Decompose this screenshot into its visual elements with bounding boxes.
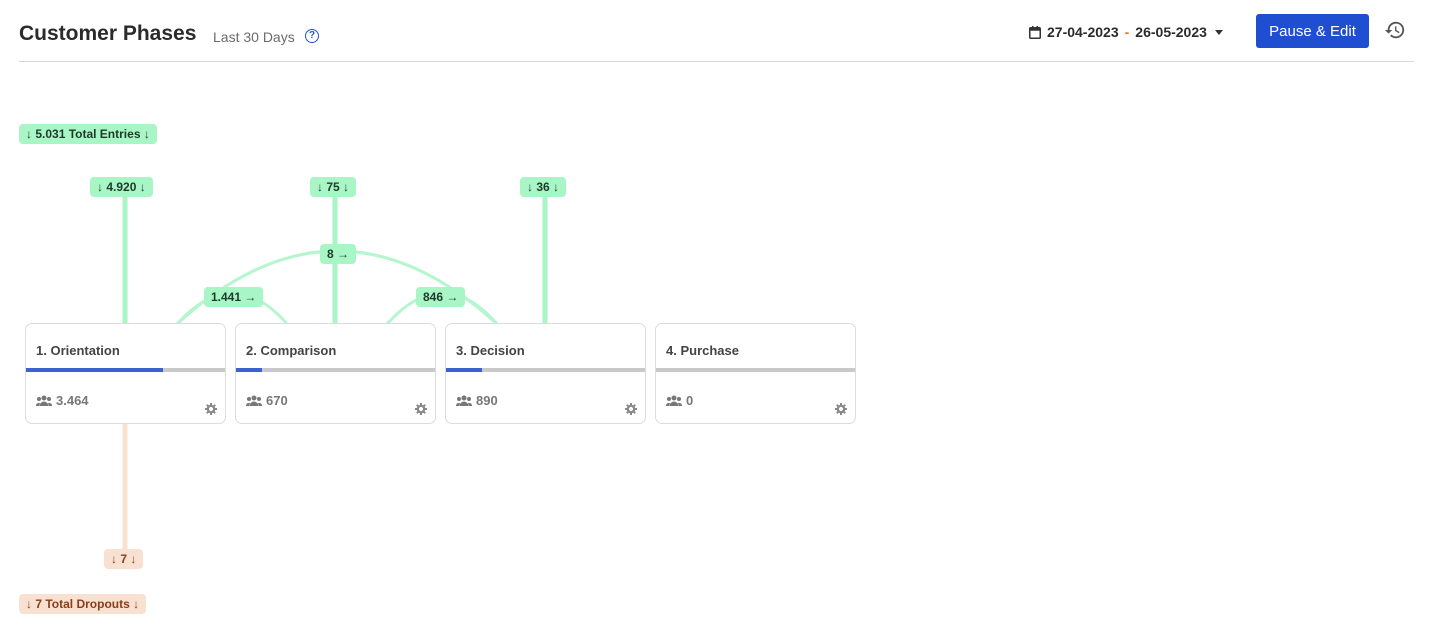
total-dropouts-badge: ↓ 7 Total Dropouts ↓	[19, 594, 147, 614]
phase-user-count: 670	[266, 393, 288, 408]
phase-progress-track	[656, 368, 855, 372]
date-range-subtitle: Last 30 Days	[213, 29, 295, 45]
gear-icon[interactable]	[415, 403, 427, 415]
phase-progress-fill	[236, 368, 262, 372]
help-icon[interactable]: ?	[305, 29, 319, 43]
page-header: Customer Phases Last 30 Days ? 27-04-202…	[19, 0, 1414, 62]
phase-card-purchase[interactable]: 4. Purchase 0	[655, 323, 856, 424]
page-title: Customer Phases	[19, 22, 197, 45]
gear-icon[interactable]	[835, 403, 847, 415]
phase-card-orientation[interactable]: 1. Orientation 3.464	[25, 323, 226, 424]
calendar-icon	[1029, 25, 1041, 39]
pause-edit-button[interactable]: Pause & Edit	[1256, 14, 1369, 48]
date-separator: -	[1124, 24, 1130, 40]
phase-user-count: 0	[686, 393, 694, 408]
entry-badge-decision: ↓ 36 ↓	[520, 177, 567, 197]
dropout-badge-orientation: ↓ 7 ↓	[104, 549, 144, 569]
phase-progress-track	[446, 368, 645, 372]
total-entries-badge: ↓ 5.031 Total Entries ↓	[19, 124, 157, 144]
transition-badge-comparison-decision: 846 →	[416, 287, 466, 307]
date-start: 27-04-2023	[1047, 24, 1119, 40]
users-icon	[246, 395, 262, 406]
date-end: 26-05-2023	[1135, 24, 1207, 40]
users-icon	[666, 395, 682, 406]
entry-badge-comparison: ↓ 75 ↓	[310, 177, 357, 197]
gear-icon[interactable]	[625, 403, 637, 415]
phase-title: 4. Purchase	[666, 343, 739, 358]
phase-progress-fill	[446, 368, 482, 372]
phase-user-count: 890	[476, 393, 498, 408]
flow-connectors	[122, 196, 548, 550]
phase-user-count: 3.464	[56, 393, 89, 408]
transition-badge-orientation-comparison: 1.441 →	[204, 287, 264, 307]
phase-card-decision[interactable]: 3. Decision 890	[445, 323, 646, 424]
users-icon	[36, 395, 52, 406]
gear-icon[interactable]	[205, 403, 217, 415]
phase-progress-track	[236, 368, 435, 372]
phase-title: 3. Decision	[456, 343, 525, 358]
history-icon[interactable]	[1384, 19, 1406, 41]
phase-progress-track	[26, 368, 225, 372]
phase-title: 1. Orientation	[36, 343, 120, 358]
phase-card-comparison[interactable]: 2. Comparison 670	[235, 323, 436, 424]
entry-badge-orientation: ↓ 4.920 ↓	[90, 177, 153, 197]
transition-badge-orientation-decision: 8 →	[320, 244, 357, 264]
phase-progress-fill	[26, 368, 164, 372]
phase-title: 2. Comparison	[246, 343, 337, 358]
users-icon	[456, 395, 472, 406]
caret-down-icon	[1214, 29, 1223, 35]
date-range-picker[interactable]: 27-04-2023 - 26-05-2023	[1029, 22, 1223, 42]
